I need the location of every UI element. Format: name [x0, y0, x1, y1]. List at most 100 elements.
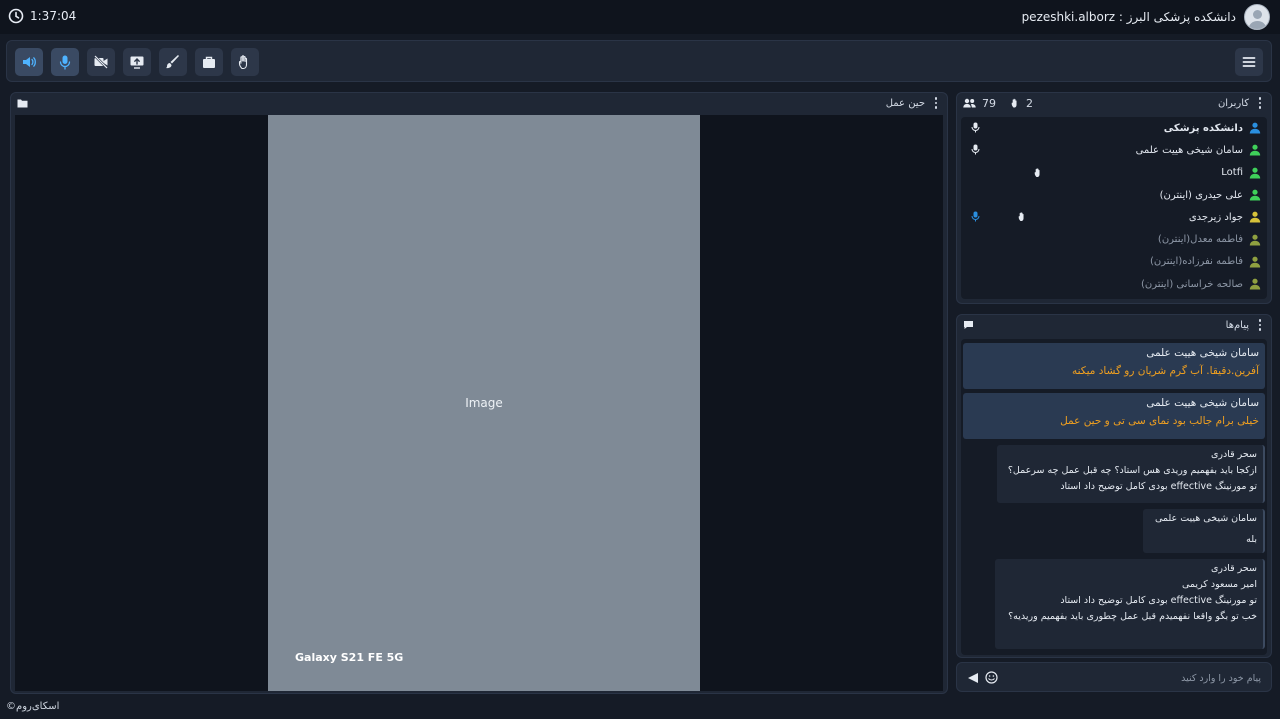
- current-user[interactable]: pezeshki.alborz : دانشکده پزشکی البرز: [1022, 4, 1270, 30]
- user-name: فاطمه معدل(اینترن): [1157, 234, 1243, 246]
- raised-hand-icon: [1034, 167, 1040, 177]
- speaker-icon: [23, 57, 36, 67]
- screen-share-button[interactable]: [123, 48, 151, 76]
- message-item[interactable]: سحر قادری ازکجا باید بفهمیم وریدی هس است…: [997, 445, 1265, 503]
- user-icon: [1249, 234, 1261, 246]
- user-name: علی حیدری (اینترن): [1159, 189, 1243, 201]
- user-display-name: pezeshki.alborz : دانشکده پزشکی البرز: [1021, 10, 1236, 24]
- timer-text: 1:37:04: [30, 9, 77, 23]
- message-text: خیلی برام جالب بود نمای سی تی و حین عمل: [1060, 415, 1259, 427]
- message-line: بله: [1246, 534, 1257, 545]
- camera-off-icon: [94, 55, 108, 69]
- user-icon: [1249, 122, 1261, 134]
- message-sender: سامان شیخی هییت علمی: [1146, 397, 1259, 409]
- files-button[interactable]: [195, 48, 223, 76]
- list-item[interactable]: فاطمه معدل(اینترن): [961, 228, 1267, 250]
- message-line: ازکجا باید بفهمیم وریدی هس استاد؟ چه قبل…: [1007, 465, 1257, 476]
- raised-hand-icon: [1018, 212, 1024, 222]
- session-timer: 1:37:04: [8, 8, 76, 24]
- clock-icon: [8, 8, 24, 24]
- brand-text: ©اسکای‌روم: [6, 701, 60, 712]
- message-line: تو مورنینگ effective بودی کامل توضیح داد…: [1060, 595, 1257, 606]
- folder-icon[interactable]: [17, 98, 28, 108]
- message-item[interactable]: سامان شیخی هییت علمی آفرین.دقیقا. آب گرم…: [963, 343, 1265, 389]
- users-title: کاربران: [1217, 97, 1249, 109]
- speaker-button[interactable]: [15, 48, 43, 76]
- send-icon[interactable]: [967, 672, 979, 684]
- raised-hand-icon: [1011, 98, 1017, 108]
- participant-count: 79: [982, 96, 996, 110]
- message-list: سامان شیخی هییت علمی آفرین.دقیقا. آب گرم…: [961, 339, 1267, 655]
- message-text: آفرین.دقیقا. آب گرم شریان رو گشاد میکنه: [1071, 365, 1259, 377]
- messages-title: پیام‌ها: [1225, 319, 1249, 331]
- message-input[interactable]: [1005, 668, 1261, 688]
- microphone-icon: [971, 211, 980, 222]
- chat-bubble-icon: [964, 321, 973, 329]
- message-sender: سحر قادری: [1210, 563, 1257, 574]
- hand-icon: [238, 55, 248, 70]
- message-line: تو مورنینگ effective بودی کامل توضیح داد…: [1060, 481, 1257, 492]
- message-composer: [956, 662, 1272, 692]
- user-name: سامان شیخی هییت علمی: [1135, 144, 1243, 156]
- avatar[interactable]: [1244, 4, 1270, 30]
- camera-watermark: Galaxy S21 FE 5G: [295, 651, 404, 664]
- list-item[interactable]: دانشکده پزشکی: [961, 117, 1267, 139]
- user-name: دانشکده پزشکی: [1163, 122, 1243, 134]
- microphone-icon: [59, 55, 71, 70]
- briefcase-icon: [203, 56, 215, 68]
- user-icon: [1249, 256, 1261, 268]
- messages-panel: پیام‌ها سامان شیخی هییت علمی آفرین.دقیقا…: [956, 314, 1272, 658]
- list-item[interactable]: سامان شیخی هییت علمی: [961, 139, 1267, 161]
- user-name: جواد زیرجدی: [1188, 211, 1243, 223]
- footer-brand: ©اسکای‌روم: [6, 701, 59, 712]
- user-name: فاطمه نفرزاده(اینترن): [1149, 256, 1243, 268]
- panel-options-icon[interactable]: [931, 97, 941, 109]
- message-sender: سامان شیخی هییت علمی: [1146, 347, 1259, 359]
- user-name: Lotfi: [1221, 167, 1243, 179]
- message-item[interactable]: سحر قادری امیر مسعود کریمی تو مورنینگ ef…: [995, 559, 1265, 649]
- media-viewport: Image Galaxy S21 FE 5G: [15, 115, 943, 691]
- list-item[interactable]: Lotfi: [961, 162, 1267, 184]
- message-sender: سحر قادری: [1210, 449, 1257, 460]
- user-icon: [1249, 145, 1261, 156]
- hamburger-icon: [1242, 57, 1256, 67]
- main-menu-button[interactable]: [1235, 48, 1263, 76]
- user-name: صالحه خراسانی (اینترن): [1140, 278, 1243, 290]
- emoji-icon[interactable]: [985, 671, 998, 684]
- users-panel: 79 2 کاربران دانشکده پزشکی سامان شیخی هی…: [956, 92, 1272, 304]
- surgery-photo: Image Galaxy S21 FE 5G: [268, 115, 700, 691]
- list-item[interactable]: جواد زیرجدی: [961, 206, 1267, 228]
- messages-options-icon[interactable]: [1255, 319, 1265, 331]
- toolbar: [6, 40, 1272, 82]
- list-item[interactable]: علی حیدری (اینترن): [961, 184, 1267, 206]
- messages-header: پیام‌ها: [957, 315, 1271, 335]
- list-item[interactable]: فاطمه نفرزاده(اینترن): [961, 251, 1267, 273]
- users-options-icon[interactable]: [1255, 97, 1265, 109]
- brush-icon: [166, 55, 179, 69]
- whiteboard-button[interactable]: [159, 48, 187, 76]
- camera-button[interactable]: [87, 48, 115, 76]
- message-sender: سامان شیخی هییت علمی: [1154, 513, 1257, 524]
- message-item[interactable]: سامان شیخی هییت علمی بله: [1143, 509, 1265, 553]
- user-icon: [1249, 167, 1261, 179]
- screen-share-icon: [130, 56, 144, 69]
- users-group-icon: [963, 98, 976, 108]
- raised-hand-count: 2: [1026, 96, 1033, 110]
- message-item[interactable]: سامان شیخی هییت علمی خیلی برام جالب بود …: [963, 393, 1265, 439]
- user-icon: [1249, 278, 1261, 290]
- top-bar: 1:37:04 pezeshki.alborz : دانشکده پزشکی …: [0, 0, 1280, 34]
- user-list: دانشکده پزشکی سامان شیخی هییت علمی Lotfi…: [961, 117, 1267, 299]
- panel-header: حین عمل: [11, 93, 947, 113]
- user-icon: [1249, 189, 1261, 201]
- panel-title: حین عمل: [885, 97, 925, 109]
- microphone-icon: [971, 122, 980, 133]
- raise-hand-button[interactable]: [231, 48, 259, 76]
- microphone-icon: [971, 144, 980, 155]
- list-item[interactable]: صالحه خراسانی (اینترن): [961, 273, 1267, 295]
- shared-media-panel: حین عمل Image Galaxy S21 FE 5G: [10, 92, 948, 694]
- message-line: خب تو بگو واقعا نفهمیدم قبل عمل چطوری با…: [1008, 611, 1257, 622]
- user-icon: [1249, 211, 1261, 223]
- users-header: 79 2 کاربران: [957, 93, 1271, 113]
- message-line: امیر مسعود کریمی: [1182, 579, 1257, 590]
- microphone-button[interactable]: [51, 48, 79, 76]
